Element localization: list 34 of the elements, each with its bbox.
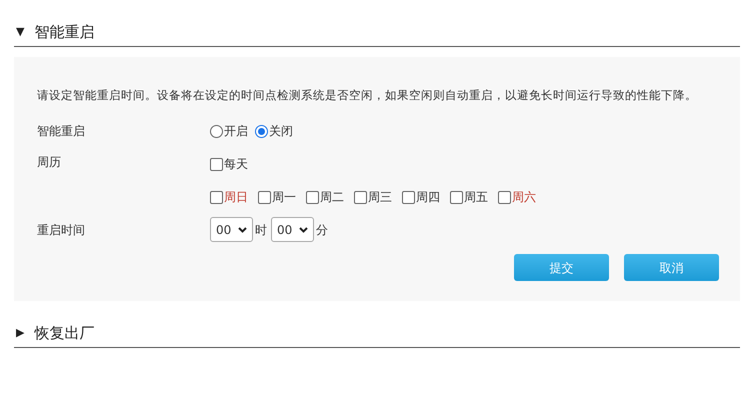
section-title: 智能重启 [34, 22, 94, 43]
checkbox[interactable] [450, 190, 463, 204]
checkbox[interactable] [210, 190, 223, 204]
checkbox-label: 周五 [464, 189, 488, 206]
chevron-down-icon [238, 226, 247, 232]
checkbox-label: 每天 [224, 156, 248, 173]
radio-label: 开启 [224, 123, 248, 140]
checkbox[interactable] [306, 190, 319, 204]
checkbox[interactable] [402, 190, 415, 204]
field-label: 重启时间 [37, 222, 86, 238]
checkbox-label: 周日 [224, 189, 248, 206]
checkbox[interactable] [210, 158, 223, 170]
checkbox-label: 周一 [272, 189, 296, 206]
radio-button[interactable] [210, 124, 223, 138]
checkbox-label: 周四 [416, 189, 440, 206]
chevron-down-icon [299, 226, 308, 232]
field-label: 周历 [37, 154, 62, 171]
unit-label: 分 [316, 222, 328, 238]
checkbox[interactable] [354, 190, 367, 204]
radio-button[interactable] [255, 124, 268, 138]
minute-select[interactable]: 00 [271, 217, 314, 242]
description-text: 请设定智能重启时间。设备将在设定的时间点检测系统是否空闲，如果空闲则自动重启，以避免长时间运行导致的性能下降。 [37, 87, 698, 103]
collapse-toggle[interactable]: ▼ [16, 24, 24, 40]
field-label: 智能重启 [37, 123, 86, 140]
unit-label: 时 [255, 222, 267, 238]
hour-select[interactable]: 00 [210, 217, 253, 242]
collapse-toggle[interactable]: ▶ [16, 324, 24, 342]
checkbox[interactable] [498, 190, 511, 204]
checkbox[interactable] [258, 190, 271, 204]
checkbox-label: 周二 [320, 189, 344, 206]
checkbox-label: 周六 [512, 189, 536, 206]
section-title: 恢复出厂 [34, 322, 94, 344]
radio-label: 关闭 [269, 123, 293, 140]
checkbox-label: 周三 [368, 189, 392, 206]
